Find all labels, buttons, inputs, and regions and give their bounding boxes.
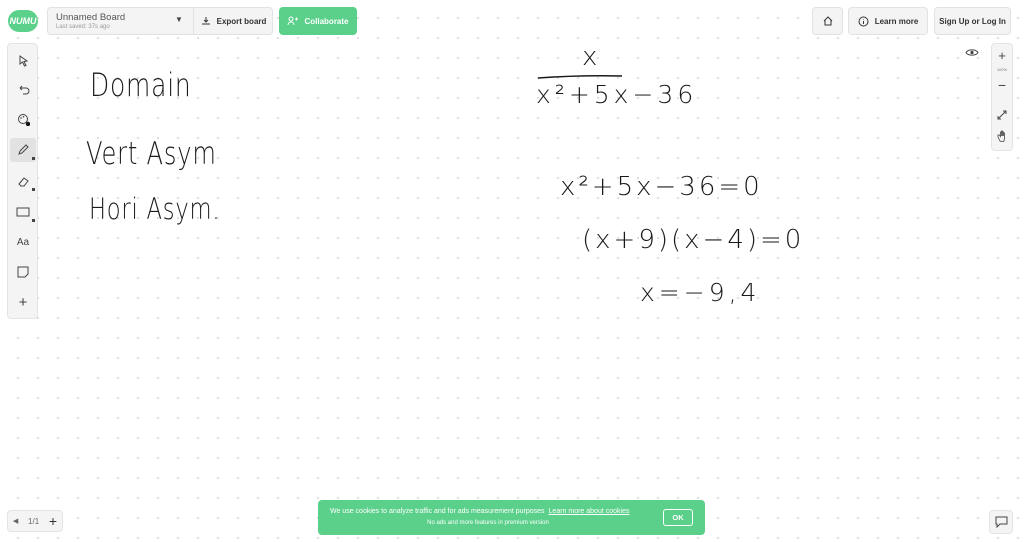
plus-icon: + bbox=[998, 47, 1006, 63]
fit-screen-button[interactable] bbox=[992, 107, 1012, 123]
submenu-indicator-icon bbox=[32, 157, 35, 160]
page-indicator: 1/1 bbox=[28, 516, 40, 526]
signup-button[interactable]: Sign Up or Log In bbox=[934, 7, 1011, 35]
handwriting-domain: Domain bbox=[90, 66, 192, 104]
handwriting-numerator: x bbox=[582, 42, 599, 72]
color-tool[interactable] bbox=[10, 107, 36, 131]
eraser-icon bbox=[17, 176, 29, 186]
cookie-premium-note: No ads and more features in premium vers… bbox=[427, 520, 549, 526]
minus-icon: − bbox=[997, 77, 1007, 93]
plus-icon: + bbox=[18, 293, 28, 311]
board-title-box[interactable]: Unnamed Board Last saved: 37s ago ▼ Expo… bbox=[47, 7, 273, 35]
cookie-learn-more-link[interactable]: Learn more about cookies bbox=[549, 508, 630, 515]
cookie-text: We use cookies to analyze traffic and fo… bbox=[330, 508, 545, 515]
undo-tool[interactable] bbox=[10, 78, 36, 102]
submenu-indicator-icon bbox=[32, 219, 35, 222]
info-icon bbox=[858, 16, 869, 26]
left-toolbar: Aa + bbox=[7, 43, 38, 319]
last-saved-text: Last saved: 37s ago bbox=[56, 24, 110, 30]
handwriting-equation-3: x=−9,4 bbox=[640, 278, 761, 307]
hand-icon bbox=[997, 130, 1005, 142]
collaborate-button[interactable]: Collaborate bbox=[279, 7, 357, 35]
eraser-tool[interactable] bbox=[10, 169, 36, 193]
chat-button[interactable] bbox=[989, 510, 1013, 534]
sticky-note-tool[interactable] bbox=[10, 260, 36, 284]
zoom-level-text: 100% bbox=[996, 66, 1008, 72]
learn-more-label: Learn more bbox=[874, 16, 919, 26]
cookie-ok-button[interactable]: OK bbox=[663, 509, 693, 526]
zoom-in-button[interactable]: + bbox=[992, 47, 1012, 63]
visibility-button[interactable] bbox=[961, 42, 983, 62]
shape-tool[interactable] bbox=[10, 200, 36, 224]
text-icon: Aa bbox=[16, 236, 30, 248]
zoom-level: 100% bbox=[992, 65, 1012, 73]
pen-tool[interactable] bbox=[10, 138, 36, 162]
zoom-out-button[interactable]: − bbox=[992, 77, 1012, 93]
handwriting-hori-asym: Hori Asym. bbox=[89, 192, 221, 226]
eye-icon bbox=[965, 48, 979, 56]
collaborate-label: Collaborate bbox=[304, 16, 349, 26]
cursor-icon bbox=[19, 55, 28, 67]
app-logo[interactable]: NUMU bbox=[8, 10, 38, 32]
undo-icon bbox=[19, 85, 29, 95]
expand-icon bbox=[997, 110, 1007, 120]
chevron-left-icon[interactable]: ◀ bbox=[13, 517, 18, 525]
handwriting-vert-asym: Vert Asym bbox=[86, 136, 217, 172]
home-button[interactable] bbox=[812, 7, 843, 35]
add-tool[interactable]: + bbox=[10, 290, 36, 314]
text-tool[interactable]: Aa bbox=[10, 230, 36, 254]
add-page-button[interactable]: + bbox=[49, 513, 57, 529]
export-board-label: Export board bbox=[216, 16, 267, 26]
download-icon bbox=[201, 17, 210, 25]
handwriting-equation-1: x²+5x−36=0 bbox=[560, 172, 763, 202]
caret-down-icon[interactable]: ▼ bbox=[175, 15, 183, 24]
chat-icon bbox=[995, 516, 1007, 528]
submenu-indicator-icon bbox=[32, 188, 35, 191]
palette-icon bbox=[17, 113, 30, 126]
rectangle-icon bbox=[16, 207, 30, 217]
handwriting-denominator: x²+5x−36 bbox=[536, 80, 698, 109]
zoom-panel: + 100% − bbox=[991, 43, 1013, 151]
select-tool[interactable] bbox=[10, 49, 36, 73]
pan-button[interactable] bbox=[992, 128, 1012, 144]
add-user-icon bbox=[287, 16, 299, 26]
cookie-banner: We use cookies to analyze traffic and fo… bbox=[318, 500, 705, 535]
page-navigator: ◀ 1/1 + bbox=[7, 510, 63, 532]
signup-label: Sign Up or Log In bbox=[939, 16, 1006, 26]
cookie-message: We use cookies to analyze traffic and fo… bbox=[330, 508, 629, 515]
pen-icon bbox=[18, 144, 29, 155]
board-name[interactable]: Unnamed Board bbox=[56, 12, 125, 23]
logo-text: NUMU bbox=[9, 16, 37, 26]
learn-more-button[interactable]: Learn more bbox=[848, 7, 928, 35]
home-icon bbox=[823, 16, 832, 26]
handwriting-equation-2: (x+9)(x−4)=0 bbox=[582, 225, 805, 255]
sticky-note-icon bbox=[17, 266, 29, 278]
export-board-button[interactable]: Export board bbox=[193, 8, 273, 34]
